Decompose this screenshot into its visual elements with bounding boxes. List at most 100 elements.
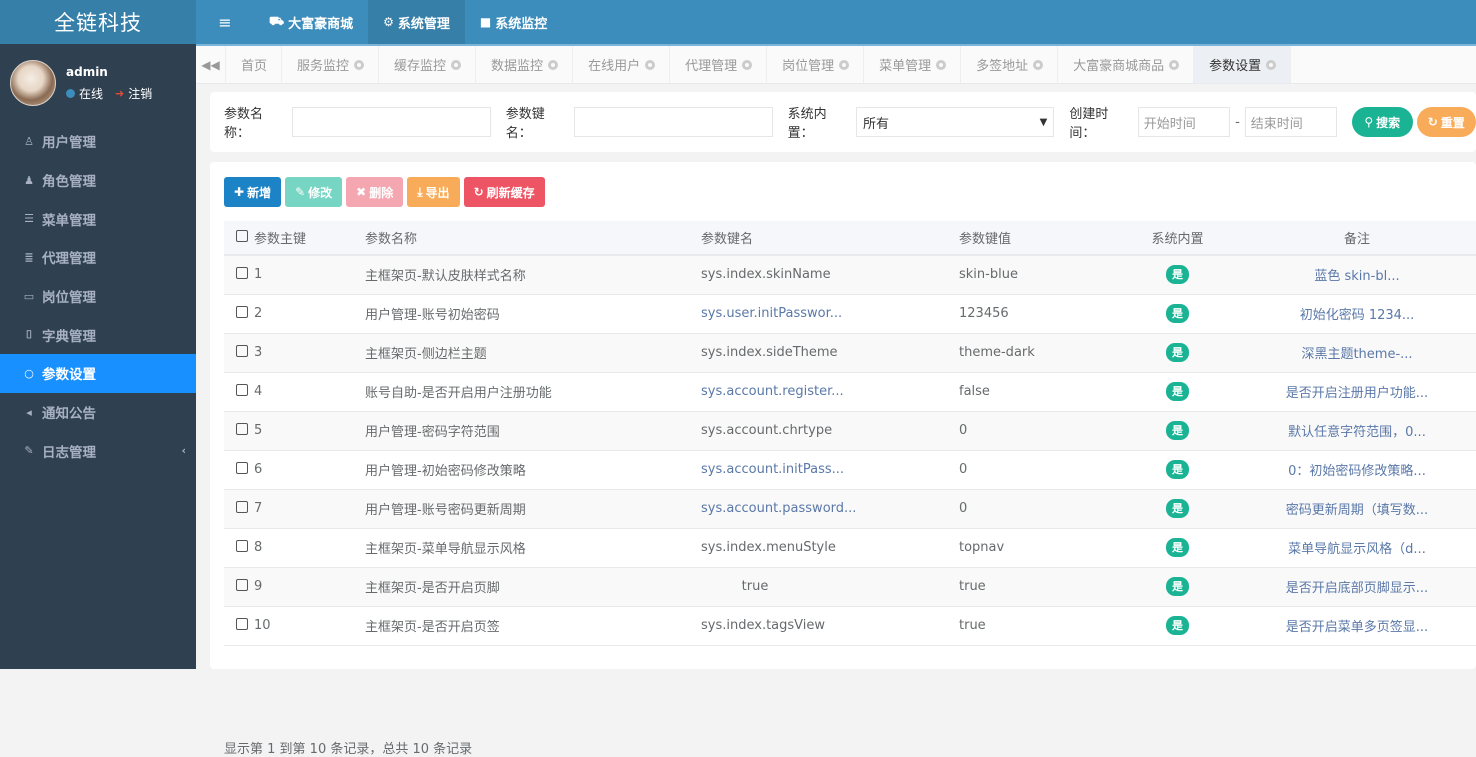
col-header-id[interactable]: 参数主键 [254, 221, 365, 256]
cell-key: sys.account.chrtype [701, 411, 959, 451]
cell-remark[interactable]: 密码更新周期（填写数... [1238, 489, 1476, 529]
table-row[interactable]: 7 用户管理-账号密码更新周期 sys.account.password... 0 是 密… [224, 489, 1476, 529]
tab-cache-monitor[interactable]: 缓存监控 [379, 46, 477, 83]
tab-close-icon[interactable] [354, 59, 365, 70]
export-button[interactable]: ⤓ 导出 [407, 177, 460, 207]
row-checkbox[interactable] [236, 539, 248, 552]
col-header-remark[interactable]: 备注 [1238, 221, 1476, 256]
start-time-input[interactable]: 开始时间 [1137, 107, 1231, 137]
tab-close-icon[interactable] [936, 59, 947, 70]
topnav-item-monitor[interactable]: ■ 系统监控 [465, 0, 562, 44]
row-checkbox[interactable] [236, 617, 248, 630]
table-row[interactable]: 6 用户管理-初始密码修改策略 sys.account.initPass... 0 是 0… [224, 450, 1476, 490]
tab-close-icon[interactable] [1266, 59, 1277, 70]
app-logo: 全链科技 [0, 0, 196, 44]
delete-button[interactable]: ✖ 删除 [346, 177, 404, 207]
builtin-select[interactable]: 所有 ▼ [856, 107, 1055, 137]
sidebar-item-params[interactable]: ○ 参数设置 [0, 354, 196, 393]
tab-close-icon[interactable] [1169, 59, 1180, 70]
sidebar-item-logs[interactable]: ✎ 日志管理 ‹ [0, 432, 196, 471]
topnav-item-system[interactable]: ⚙ 系统管理 [368, 0, 465, 44]
avatar[interactable] [10, 60, 56, 106]
table-row[interactable]: 2 用户管理-账号初始密码 sys.user.initPasswor... 12345… [224, 294, 1476, 334]
param-key-input[interactable] [574, 107, 773, 137]
cell-remark[interactable]: 深黑主题theme-... [1238, 333, 1476, 373]
cell-remark[interactable]: 0：初始密码修改策略... [1238, 450, 1476, 490]
col-header-builtin[interactable]: 系统内置 [1117, 221, 1238, 256]
table-row[interactable]: 8 主框架页-菜单导航显示风格 sys.index.menuStyle topnav 是… [224, 528, 1476, 568]
row-checkbox[interactable] [236, 578, 248, 591]
end-time-input[interactable]: 结束时间 [1244, 107, 1338, 137]
table-row[interactable]: 9 主框架页-是否开启页脚 true true 是是否开启底部页脚显示... [224, 567, 1476, 607]
sidebar-item-roles[interactable]: ♟ 角色管理 [0, 161, 196, 200]
table-row[interactable]: 1 主框架页-默认皮肤样式名称 sys.index.skinName skin-blu… [224, 255, 1476, 295]
logout-link[interactable]: 注销 [128, 85, 152, 102]
cell-key[interactable]: sys.user.initPasswor... [701, 294, 959, 334]
cell-remark[interactable]: 是否开启底部页脚显示... [1238, 567, 1476, 607]
tab-close-icon[interactable] [742, 59, 753, 70]
tabs-bar: ◀◀ 首页 服务监控 缓存监控 数据监控 在线用户 代理管理 岗位管理 菜单管理… [196, 44, 1476, 84]
cell-key[interactable]: sys.account.register... [701, 372, 959, 412]
cell-remark[interactable]: 是否开启注册用户功能... [1238, 372, 1476, 412]
reset-button[interactable]: ↻ 重置 [1416, 107, 1476, 137]
cell-remark[interactable]: 蓝色 skin-bl... [1238, 255, 1476, 295]
refresh-cache-button[interactable]: ↻ 刷新缓存 [463, 177, 545, 207]
row-checkbox[interactable] [236, 266, 248, 279]
tab-menus[interactable]: 菜单管理 [864, 46, 962, 83]
row-checkbox[interactable] [236, 461, 248, 474]
row-checkbox[interactable] [236, 344, 248, 357]
col-header-name[interactable]: 参数名称 [365, 221, 701, 256]
builtin-badge: 是 [1166, 538, 1189, 557]
tabs-scroll-left-icon[interactable]: ◀◀ [196, 46, 226, 83]
sidebar-item-posts[interactable]: ▭ 岗位管理 [0, 277, 196, 316]
builtin-badge: 是 [1166, 616, 1189, 635]
row-checkbox[interactable] [236, 305, 248, 318]
topnav-item-mall[interactable]: ⛟ 大富豪商城 [254, 0, 368, 44]
cell-remark[interactable]: 是否开启菜单多页签显... [1238, 606, 1476, 646]
builtin-badge: 是 [1166, 421, 1189, 440]
tab-close-icon[interactable] [548, 59, 559, 70]
search-button[interactable]: ⚲ 搜索 [1352, 107, 1413, 137]
row-checkbox[interactable] [236, 383, 248, 396]
tab-close-icon[interactable] [645, 59, 656, 70]
col-header-key[interactable]: 参数键名 [701, 221, 959, 256]
cell-id: 4 [254, 372, 365, 412]
col-header-value[interactable]: 参数键值 [959, 221, 1117, 256]
add-button[interactable]: ✚ 新增 [224, 177, 282, 207]
table-row[interactable]: 4 账号自助-是否开启用户注册功能 sys.account.register... f… [224, 372, 1476, 412]
tab-posts[interactable]: 岗位管理 [767, 46, 865, 83]
cell-key[interactable]: sys.account.password... [701, 489, 959, 529]
tab-multisig[interactable]: 多签地址 [961, 46, 1059, 83]
tab-server-monitor[interactable]: 服务监控 [282, 46, 380, 83]
builtin-badge: 是 [1166, 382, 1189, 401]
tab-agents[interactable]: 代理管理 [670, 46, 768, 83]
cell-remark[interactable]: 菜单导航显示风格（d... [1238, 528, 1476, 568]
cell-key[interactable]: sys.account.initPass... [701, 450, 959, 490]
sidebar-item-notice[interactable]: ◂ 通知公告 [0, 393, 196, 432]
table-row[interactable]: 5 用户管理-密码字符范围 sys.account.chrtype 0 是 默认任意字符范… [224, 411, 1476, 451]
tab-home[interactable]: 首页 [226, 46, 283, 83]
row-checkbox[interactable] [236, 500, 248, 513]
row-checkbox[interactable] [236, 422, 248, 435]
table-row[interactable]: 3 主框架页-侧边栏主题 sys.index.sideTheme theme-dark… [224, 333, 1476, 373]
tab-data-monitor[interactable]: 数据监控 [476, 46, 574, 83]
sidebar-item-users[interactable]: ♙ 用户管理 [0, 122, 196, 161]
sidebar-item-agents[interactable]: ≣ 代理管理 [0, 238, 196, 277]
param-name-input[interactable] [292, 107, 491, 137]
table-row[interactable]: 10 主框架页-是否开启页签 sys.index.tagsView true 是 是否开启… [224, 606, 1476, 646]
cell-remark[interactable]: 初始化密码 1234... [1238, 294, 1476, 334]
tab-close-icon[interactable] [839, 59, 850, 70]
menu-toggle-icon[interactable]: ≡ [196, 0, 254, 44]
select-all-checkbox[interactable] [236, 229, 248, 242]
edit-button[interactable]: ✎ 修改 [285, 177, 343, 207]
tab-close-icon[interactable] [1033, 59, 1044, 70]
tab-close-icon[interactable] [451, 59, 462, 70]
tab-params[interactable]: 参数设置 [1194, 46, 1292, 83]
builtin-badge: 是 [1166, 265, 1189, 285]
tab-online-users[interactable]: 在线用户 [573, 46, 671, 83]
cell-value: skin-blue [959, 255, 1117, 295]
tab-mall-goods[interactable]: 大富豪商城商品 [1058, 46, 1195, 83]
sidebar-item-dict[interactable]: ⌷ 字典管理 [0, 315, 196, 354]
cell-remark[interactable]: 默认任意字符范围，0... [1238, 411, 1476, 451]
sidebar-item-menus[interactable]: ☰ 菜单管理 [0, 199, 196, 238]
